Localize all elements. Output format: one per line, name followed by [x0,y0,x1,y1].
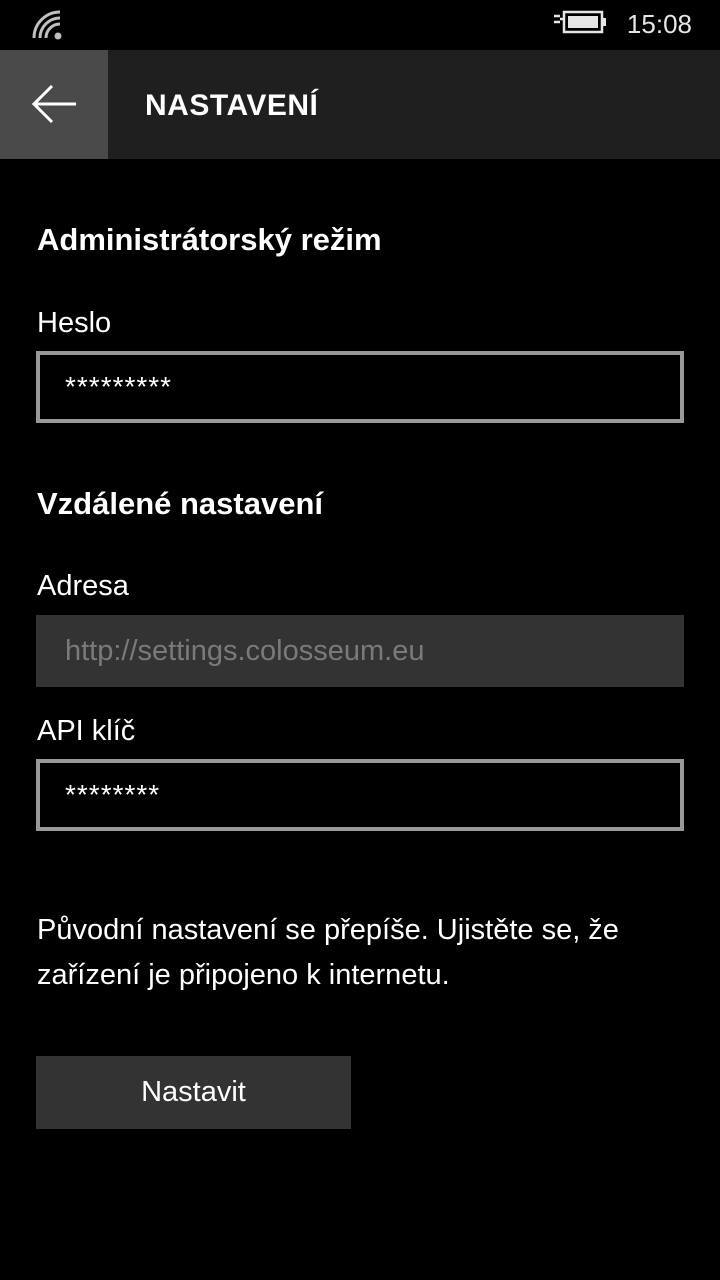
status-time: 15:08 [626,9,692,39]
address-label: Adresa [37,570,129,602]
page-title: NASTAVENÍ [145,89,319,122]
status-bar: 15:08 [0,0,720,50]
battery-charging-icon [554,10,606,34]
api-key-label: API klíč [37,715,136,747]
api-key-field[interactable] [36,759,684,831]
info-message: Původní nastavení se přepíše. Ujistěte s… [37,914,619,991]
settings-screen: 15:08 NASTAVENÍ Administrátorský režim H… [0,0,720,1280]
wifi-icon [32,10,62,40]
set-button[interactable]: Nastavit [36,1056,351,1129]
back-button[interactable] [0,50,108,159]
page-header: NASTAVENÍ [0,50,720,159]
remote-settings-heading: Vzdálené nastavení [37,486,324,521]
admin-mode-heading: Administrátorský režim [37,222,382,257]
password-field[interactable] [36,351,684,423]
address-field[interactable] [36,615,684,687]
back-arrow-icon [31,84,76,124]
password-label: Heslo [37,307,112,339]
